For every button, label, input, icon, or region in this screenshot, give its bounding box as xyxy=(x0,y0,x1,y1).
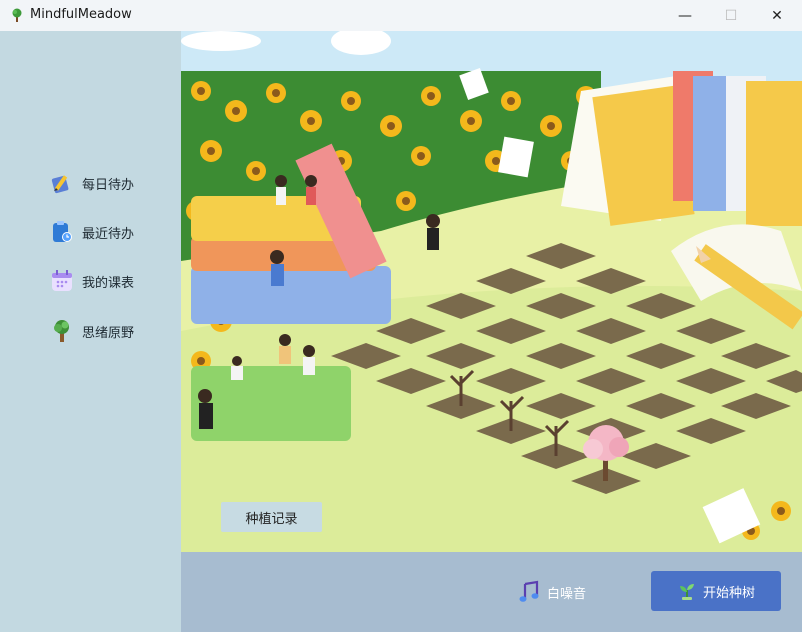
sidebar-item-recent-todo[interactable]: 最近待办 xyxy=(50,219,134,245)
music-note-icon xyxy=(519,580,539,602)
book-stack-right xyxy=(561,71,802,226)
calendar-icon xyxy=(52,270,72,291)
tree-icon xyxy=(54,320,69,342)
minimize-button[interactable]: — xyxy=(662,0,708,31)
white-noise-label: 白噪音 xyxy=(547,586,587,602)
title-bar: MindfulMeadow — ☐ ✕ xyxy=(0,0,802,31)
meadow-scene-illustration xyxy=(181,31,802,552)
sidebar-item-thought-meadow[interactable]: 思绪原野 xyxy=(50,318,134,344)
sidebar-item-timetable[interactable]: 我的课表 xyxy=(50,268,134,294)
window-title: MindfulMeadow xyxy=(30,7,132,22)
sidebar-item-daily-todo[interactable]: 每日待办 xyxy=(50,170,134,196)
clipboard-clock-icon xyxy=(53,221,72,242)
planting-record-button[interactable]: 种植记录 xyxy=(221,502,322,532)
sidebar-item-label: 最近待办 xyxy=(82,226,135,242)
close-button[interactable]: ✕ xyxy=(754,0,800,31)
tree-app-icon xyxy=(12,8,22,22)
sidebar-item-label: 我的课表 xyxy=(82,275,135,291)
white-noise-button[interactable]: 白噪音 xyxy=(517,578,586,606)
sidebar: 每日待办 最近待办 我的课表 思绪原野 xyxy=(0,31,181,632)
sprout-icon xyxy=(679,584,694,600)
maximize-button[interactable]: ☐ xyxy=(708,0,754,31)
pencil-note-icon xyxy=(51,175,69,194)
app-window: MindfulMeadow — ☐ ✕ 每日待办 最近待办 我的课表 思绪原野 … xyxy=(0,0,802,632)
sidebar-item-label: 每日待办 xyxy=(82,177,135,193)
start-planting-label: 开始种树 xyxy=(702,585,755,601)
sidebar-item-label: 思绪原野 xyxy=(82,325,135,341)
start-planting-button[interactable]: 开始种树 xyxy=(651,571,781,611)
